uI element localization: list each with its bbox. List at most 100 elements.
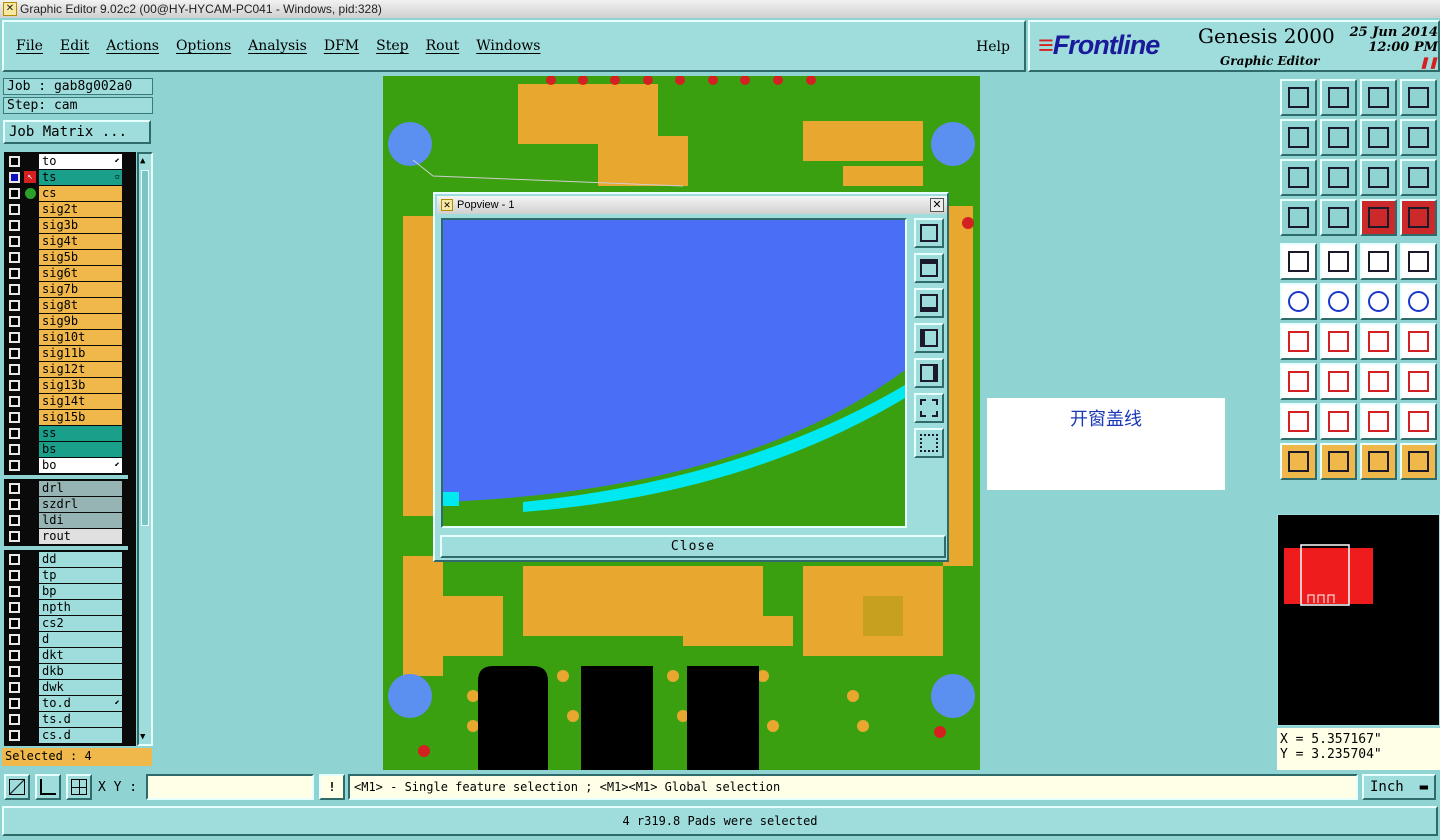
layer-row-sig3b[interactable]: sig3b <box>4 218 128 233</box>
popview-close-icon[interactable]: ✕ <box>930 198 944 212</box>
zoom-fit-icon[interactable] <box>1280 159 1317 196</box>
popview-zoom-fit-button[interactable] <box>914 393 944 423</box>
arc-node-icon[interactable] <box>1400 283 1437 320</box>
layer-checkbox[interactable] <box>9 602 20 613</box>
layer-checkbox[interactable] <box>9 666 20 677</box>
menu-actions[interactable]: Actions <box>106 38 159 54</box>
arc-icon[interactable] <box>1360 323 1397 360</box>
popview-pan-left-button[interactable] <box>914 323 944 353</box>
layer-checkbox[interactable] <box>9 348 20 359</box>
layer-row-bo[interactable]: bo ⬋ <box>4 458 128 473</box>
layer-checkbox[interactable] <box>9 698 20 709</box>
layer-checkbox[interactable] <box>9 499 20 510</box>
layer-checkbox[interactable] <box>9 220 20 231</box>
layer-row-ts[interactable]: ↖ ts ▫ <box>4 170 128 185</box>
layer-row-sig5b[interactable]: sig5b <box>4 250 128 265</box>
dimension-icon[interactable] <box>1360 363 1397 400</box>
layer-checkbox[interactable] <box>9 380 20 391</box>
layer-checkbox[interactable] <box>9 714 20 725</box>
popview-zoom-in-button[interactable] <box>914 218 944 248</box>
layer-row-sig4t[interactable]: sig4t <box>4 234 128 249</box>
layer-row-sig6t[interactable]: sig6t <box>4 266 128 281</box>
layer-row-tp[interactable]: tp <box>4 568 128 583</box>
layer-checkbox[interactable] <box>9 444 20 455</box>
triangle-cross-icon[interactable] <box>1400 403 1437 440</box>
layer-row-szdrl[interactable]: szdrl <box>4 497 128 512</box>
layer-checkbox[interactable] <box>9 364 20 375</box>
layer-checkbox[interactable] <box>9 284 20 295</box>
layer-row-dkb[interactable]: dkb <box>4 664 128 679</box>
layer-row-to[interactable]: to ⬋ <box>4 154 128 169</box>
menu-help[interactable]: Help <box>976 39 1010 55</box>
layer-checkbox[interactable] <box>9 515 20 526</box>
select-icon[interactable] <box>1280 443 1317 480</box>
popview-close-button[interactable]: Close <box>440 535 946 558</box>
layer-row-rout[interactable]: rout <box>4 529 128 544</box>
layer-checkbox[interactable] <box>9 412 20 423</box>
layer-row-drl[interactable]: drl <box>4 481 128 496</box>
layer-checkbox[interactable] <box>9 554 20 565</box>
snap-pad-icon[interactable] <box>1280 363 1317 400</box>
layer-row-ldi[interactable]: ldi <box>4 513 128 528</box>
open-step-icon[interactable] <box>1280 79 1317 116</box>
layer-checkbox[interactable] <box>9 586 20 597</box>
measure-ruler-icon[interactable] <box>1360 243 1397 280</box>
home-icon[interactable] <box>1360 79 1397 116</box>
popview-pan-up-button[interactable] <box>914 253 944 283</box>
popview-canvas[interactable] <box>441 218 907 528</box>
connect-icon[interactable] <box>1280 283 1317 320</box>
layer-row-sig10t[interactable]: sig10t <box>4 330 128 345</box>
layer-row-sig2t[interactable]: sig2t <box>4 202 128 217</box>
zoom-center-icon[interactable] <box>1320 159 1357 196</box>
layer-checkbox[interactable] <box>9 730 20 741</box>
select-net-icon[interactable] <box>1400 443 1437 480</box>
layer-checkbox[interactable] <box>9 300 20 311</box>
layer-row-sig8t[interactable]: sig8t <box>4 298 128 313</box>
menu-analysis[interactable]: Analysis <box>248 38 307 54</box>
layer-checkbox[interactable] <box>9 236 20 247</box>
xy-input[interactable] <box>146 774 314 800</box>
layer-checkbox[interactable] <box>9 332 20 343</box>
ruler-icon[interactable] <box>1280 199 1317 236</box>
layer-row-ss[interactable]: ss <box>4 426 128 441</box>
layer-row-sig15b[interactable]: sig15b <box>4 410 128 425</box>
save-icon[interactable] <box>1320 79 1357 116</box>
layer-row-d[interactable]: d <box>4 632 128 647</box>
menu-rout[interactable]: Rout <box>426 38 460 54</box>
layer-checkbox[interactable] <box>9 531 20 542</box>
pad-add-icon[interactable] <box>1280 243 1317 280</box>
layer-checkbox[interactable] <box>9 650 20 661</box>
layer-checkbox[interactable] <box>9 204 20 215</box>
layer-checkbox[interactable] <box>9 634 20 645</box>
line-icon[interactable] <box>1320 323 1357 360</box>
scroll-thumb[interactable] <box>141 170 149 526</box>
angle-icon[interactable] <box>1280 323 1317 360</box>
layer-scrollbar[interactable]: ▲ ▼ <box>137 152 153 746</box>
surface-add-icon[interactable] <box>1320 243 1357 280</box>
layer-row-cs[interactable]: cs <box>4 186 128 201</box>
layer-checkbox[interactable] <box>9 483 20 494</box>
layer-checkbox[interactable] <box>9 618 20 629</box>
layer-checkbox[interactable] <box>9 268 20 279</box>
layer-row-cs2[interactable]: cs2 <box>4 616 128 631</box>
layer-checkbox[interactable] <box>9 316 20 327</box>
pan-right-icon[interactable] <box>1320 119 1357 156</box>
pan-left-icon[interactable] <box>1280 119 1317 156</box>
layer-checkbox[interactable] <box>9 252 20 263</box>
measure-icon[interactable] <box>35 774 61 800</box>
snap-icon[interactable] <box>4 774 30 800</box>
layer-row-bp[interactable]: bp <box>4 584 128 599</box>
mirror-icon[interactable] <box>1400 119 1437 156</box>
line-node-icon[interactable] <box>1360 283 1397 320</box>
segment-icon[interactable] <box>1320 363 1357 400</box>
layer-row-dkt[interactable]: dkt <box>4 648 128 663</box>
layer-row-dd[interactable]: dd <box>4 552 128 567</box>
triangle-cut-icon[interactable] <box>1360 403 1397 440</box>
menu-edit[interactable]: Edit <box>60 38 89 54</box>
overview-map[interactable] <box>1277 514 1440 726</box>
popview-pan-down-button[interactable] <box>914 288 944 318</box>
layer-row-npth[interactable]: npth <box>4 600 128 615</box>
layer-checkbox[interactable] <box>9 172 20 183</box>
layer-row-bs[interactable]: bs <box>4 442 128 457</box>
menu-file[interactable]: File <box>16 38 43 54</box>
